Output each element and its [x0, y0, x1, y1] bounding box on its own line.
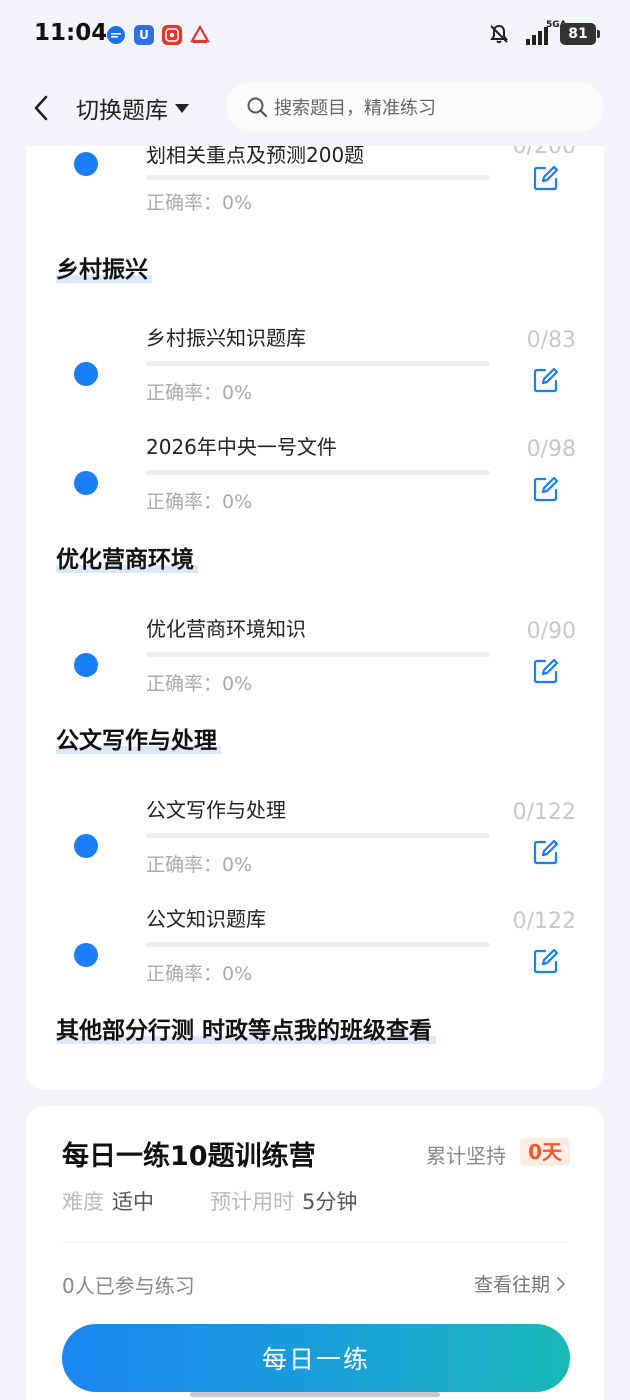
participants-count: 0人已参与练习 — [62, 1274, 195, 1298]
bank-name: 公文知识题库 — [146, 907, 266, 931]
bank-accuracy: 正确率：0% — [146, 963, 253, 985]
bank-count: 0/122 — [512, 800, 576, 825]
triangle-app-icon — [190, 25, 210, 45]
divider — [62, 1242, 568, 1243]
category-title-text: 公文写作与处理 — [56, 728, 217, 754]
edit-icon[interactable] — [532, 366, 560, 394]
bank-progress — [146, 361, 490, 366]
question-bank-list: 划相关重点及预测200题 正确率：0% 0/200 乡村振兴 乡村振兴知识题库 … — [26, 100, 604, 1090]
red-app-icon — [162, 25, 182, 45]
category-title-text: 优化营商环境 — [56, 547, 194, 573]
daily-practice-button[interactable]: 每日一练 — [62, 1324, 570, 1392]
battery-icon: 81 — [560, 23, 600, 45]
bank-item[interactable]: 优化营商环境知识 正确率：0% 0/90 — [26, 611, 604, 721]
mute-bell-icon — [490, 24, 508, 44]
bank-item[interactable]: 乡村振兴知识题库 正确率：0% 0/83 — [26, 320, 604, 430]
bank-progress — [146, 470, 490, 475]
bank-count: 0/83 — [526, 328, 576, 353]
category-title-rural: 乡村振兴 — [56, 250, 152, 284]
bank-accuracy: 正确率：0% — [146, 192, 253, 214]
bank-dot — [74, 152, 98, 176]
edit-icon[interactable] — [532, 657, 560, 685]
category-title-business: 优化营商环境 — [56, 540, 198, 574]
header: 切换题库 搜索题目，精准练习 — [0, 70, 630, 146]
bank-dot — [74, 653, 98, 677]
edit-icon[interactable] — [532, 838, 560, 866]
bank-accuracy: 正确率：0% — [146, 382, 253, 404]
caret-down-icon — [175, 104, 189, 113]
bank-progress — [146, 652, 490, 657]
bank-item[interactable]: 2026年中央一号文件 正确率：0% 0/98 — [26, 429, 604, 539]
chevron-left-icon — [34, 95, 48, 121]
bank-dot — [74, 471, 98, 495]
time-meta: 预计用时 5分钟 — [210, 1186, 357, 1216]
search-input[interactable]: 搜索题目，精准练习 — [226, 82, 604, 132]
signal-indicator: 5GA — [520, 20, 567, 45]
category-title-text: 乡村振兴 — [56, 257, 148, 283]
time-value: 5分钟 — [302, 1190, 358, 1214]
chat-app-icon — [106, 25, 126, 45]
daily-practice-card: 每日一练10题训练营 累计坚持 0天 难度 适中 预计用时 5分钟 0人已参与练习 … — [26, 1106, 604, 1400]
bank-progress — [146, 833, 490, 838]
time-label: 预计用时 — [210, 1190, 294, 1214]
bank-dot — [74, 834, 98, 858]
switch-bank-label: 切换题库 — [76, 98, 168, 124]
bank-count: 0/90 — [526, 619, 576, 644]
bank-accuracy: 正确率：0% — [146, 491, 253, 513]
daily-title: 每日一练10题训练营 — [62, 1141, 316, 1172]
persist-days-badge: 0天 — [520, 1138, 570, 1166]
search-placeholder: 搜索题目，精准练习 — [274, 98, 436, 119]
screen: 11:04 U 5GA 81 切换题库 搜索题目，精准练习 划相关重点及预测20… — [0, 0, 630, 1400]
bank-progress — [146, 175, 490, 180]
signal-icon — [526, 27, 548, 45]
status-right: 5GA 81 — [488, 20, 600, 46]
category-title-writing: 公文写作与处理 — [56, 721, 221, 755]
switch-bank-dropdown[interactable]: 切换题库 — [76, 90, 190, 126]
u-app-icon: U — [134, 25, 154, 45]
difficulty-label: 难度 — [62, 1190, 104, 1214]
persist-label: 累计坚持 — [426, 1144, 506, 1168]
edit-icon[interactable] — [532, 475, 560, 503]
chevron-right-icon — [557, 1276, 565, 1291]
bank-name: 优化营商环境知识 — [146, 617, 306, 641]
status-notification-icons: U — [106, 24, 210, 46]
bank-accuracy: 正确率：0% — [146, 854, 253, 876]
edit-icon[interactable] — [532, 164, 560, 192]
bank-item[interactable]: 公文知识题库 正确率：0% 0/122 — [26, 901, 604, 1011]
view-history-link[interactable]: 查看往期 — [474, 1270, 566, 1297]
status-bar: 11:04 U 5GA 81 — [0, 0, 630, 70]
status-time: 11:04 — [34, 20, 108, 46]
bank-dot — [74, 943, 98, 967]
search-icon — [247, 97, 268, 118]
bank-dot — [74, 362, 98, 386]
bank-name: 2026年中央一号文件 — [146, 435, 337, 459]
difficulty-meta: 难度 适中 — [62, 1186, 154, 1216]
category-title-others-link[interactable]: 其他部分行测 时政等点我的班级查看 — [56, 1011, 437, 1045]
bank-item[interactable]: 划相关重点及预测200题 正确率：0% 0/200 — [26, 134, 604, 250]
category-title-text: 其他部分行测 时政等点我的班级查看 — [56, 1018, 433, 1044]
bank-count: 0/98 — [526, 437, 576, 462]
bank-accuracy: 正确率：0% — [146, 673, 253, 695]
back-button[interactable] — [24, 88, 58, 128]
bank-name: 公文写作与处理 — [146, 798, 286, 822]
bank-count: 0/122 — [512, 909, 576, 934]
bank-item[interactable]: 公文写作与处理 正确率：0% 0/122 — [26, 792, 604, 902]
difficulty-value: 适中 — [112, 1190, 154, 1214]
home-indicator — [190, 1392, 440, 1397]
bank-progress — [146, 942, 490, 947]
edit-icon[interactable] — [532, 947, 560, 975]
view-history-label: 查看往期 — [473, 1274, 550, 1296]
bank-name: 乡村振兴知识题库 — [146, 326, 306, 350]
